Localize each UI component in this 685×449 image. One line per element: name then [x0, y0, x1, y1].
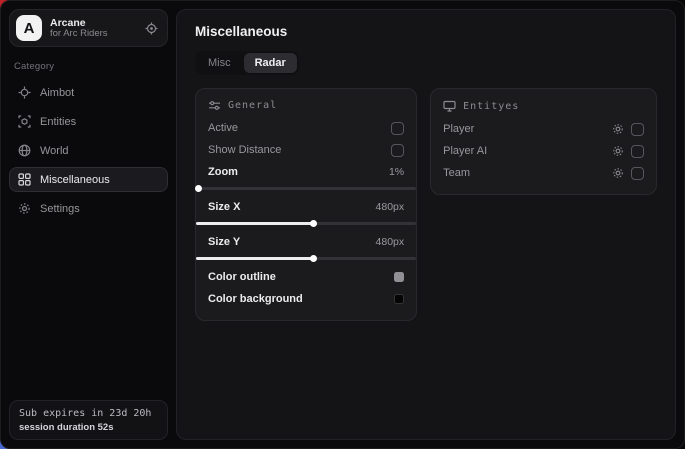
- sidebar-item-settings[interactable]: Settings: [9, 196, 168, 221]
- sidebar-item-aimbot[interactable]: Aimbot: [9, 80, 168, 105]
- session-duration-text: session duration 52s: [19, 422, 158, 433]
- team-gear-icon[interactable]: [612, 167, 624, 179]
- size-x-slider-thumb[interactable]: [310, 220, 317, 227]
- monitor-icon: [443, 100, 456, 112]
- main-panel: Miscellaneous Misc Radar General: [176, 9, 676, 440]
- entities-card: Entityes Player Player AI: [430, 88, 657, 195]
- tab-radar[interactable]: Radar: [244, 53, 297, 73]
- color-background-swatch[interactable]: [394, 294, 404, 304]
- sidebar-item-label: Aimbot: [40, 87, 74, 99]
- team-label: Team: [443, 167, 470, 179]
- team-row: Team: [443, 162, 644, 184]
- player-label: Player: [443, 123, 474, 135]
- zoom-slider-thumb[interactable]: [195, 185, 202, 192]
- category-label: Category: [14, 61, 168, 72]
- size-x-slider[interactable]: [196, 219, 416, 228]
- entities-icon: [18, 115, 31, 128]
- sliders-icon: [208, 100, 221, 111]
- color-background-row: Color background: [208, 288, 404, 310]
- general-card-title: General: [228, 100, 277, 111]
- active-checkbox[interactable]: [391, 122, 404, 135]
- color-background-label: Color background: [208, 293, 303, 305]
- sidebar-item-label: World: [40, 145, 69, 157]
- player-ai-gear-icon[interactable]: [612, 145, 624, 157]
- player-checkbox[interactable]: [631, 123, 644, 136]
- active-label: Active: [208, 122, 238, 134]
- zoom-row: Zoom 1%: [208, 161, 404, 183]
- grid-icon: [18, 173, 31, 186]
- sidebar-item-label: Settings: [40, 203, 80, 215]
- app-logo-letter: A: [24, 20, 35, 37]
- app-logo: A: [16, 15, 42, 41]
- size-y-row: Size Y 480px: [208, 231, 404, 253]
- show-distance-label: Show Distance: [208, 144, 281, 156]
- crosshair-icon: [18, 86, 31, 99]
- player-row: Player: [443, 118, 644, 140]
- app-title: Arcane: [50, 17, 137, 29]
- sidebar-item-miscellaneous[interactable]: Miscellaneous: [9, 167, 168, 192]
- tab-bar: Misc Radar: [195, 51, 299, 75]
- team-checkbox[interactable]: [631, 167, 644, 180]
- player-ai-label: Player AI: [443, 145, 487, 157]
- sidebar-item-label: Entities: [40, 116, 76, 128]
- app-window: A Arcane for Arc Riders Category: [0, 0, 685, 449]
- color-outline-row: Color outline: [208, 266, 404, 288]
- size-y-slider[interactable]: [196, 254, 416, 263]
- entities-card-title: Entityes: [463, 101, 519, 112]
- player-ai-checkbox[interactable]: [631, 145, 644, 158]
- sidebar-item-label: Miscellaneous: [40, 174, 110, 186]
- size-x-label: Size X: [208, 201, 240, 213]
- active-row: Active: [208, 117, 404, 139]
- zoom-value: 1%: [389, 166, 404, 178]
- size-x-value: 480px: [376, 201, 405, 213]
- size-y-value: 480px: [376, 236, 405, 248]
- size-y-slider-thumb[interactable]: [310, 255, 317, 262]
- sidebar-item-entities[interactable]: Entities: [9, 109, 168, 134]
- size-y-label: Size Y: [208, 236, 240, 248]
- gear-icon: [18, 202, 31, 215]
- sub-expiry-text: Sub expires in 23d 20h: [19, 408, 158, 419]
- zoom-slider[interactable]: [196, 184, 416, 193]
- color-outline-swatch[interactable]: [394, 272, 404, 282]
- globe-icon: [18, 144, 31, 157]
- show-distance-checkbox[interactable]: [391, 144, 404, 157]
- size-x-row: Size X 480px: [208, 196, 404, 218]
- color-outline-label: Color outline: [208, 271, 276, 283]
- sidebar-nav: Aimbot Entities Wo: [9, 80, 168, 221]
- tab-misc[interactable]: Misc: [197, 53, 242, 73]
- player-ai-row: Player AI: [443, 140, 644, 162]
- player-gear-icon[interactable]: [612, 123, 624, 135]
- desktop: A Arcane for Arc Riders Category: [0, 0, 685, 449]
- target-icon[interactable]: [145, 22, 158, 35]
- subscription-card: Sub expires in 23d 20h session duration …: [9, 400, 168, 440]
- general-card: General Active Show Distance Zoom 1%: [195, 88, 417, 321]
- app-subtitle: for Arc Riders: [50, 29, 137, 40]
- logo-card: A Arcane for Arc Riders: [9, 9, 168, 47]
- page-title: Miscellaneous: [195, 24, 657, 39]
- sidebar: A Arcane for Arc Riders Category: [1, 1, 176, 448]
- show-distance-row: Show Distance: [208, 139, 404, 161]
- sidebar-item-world[interactable]: World: [9, 138, 168, 163]
- zoom-label: Zoom: [208, 166, 238, 178]
